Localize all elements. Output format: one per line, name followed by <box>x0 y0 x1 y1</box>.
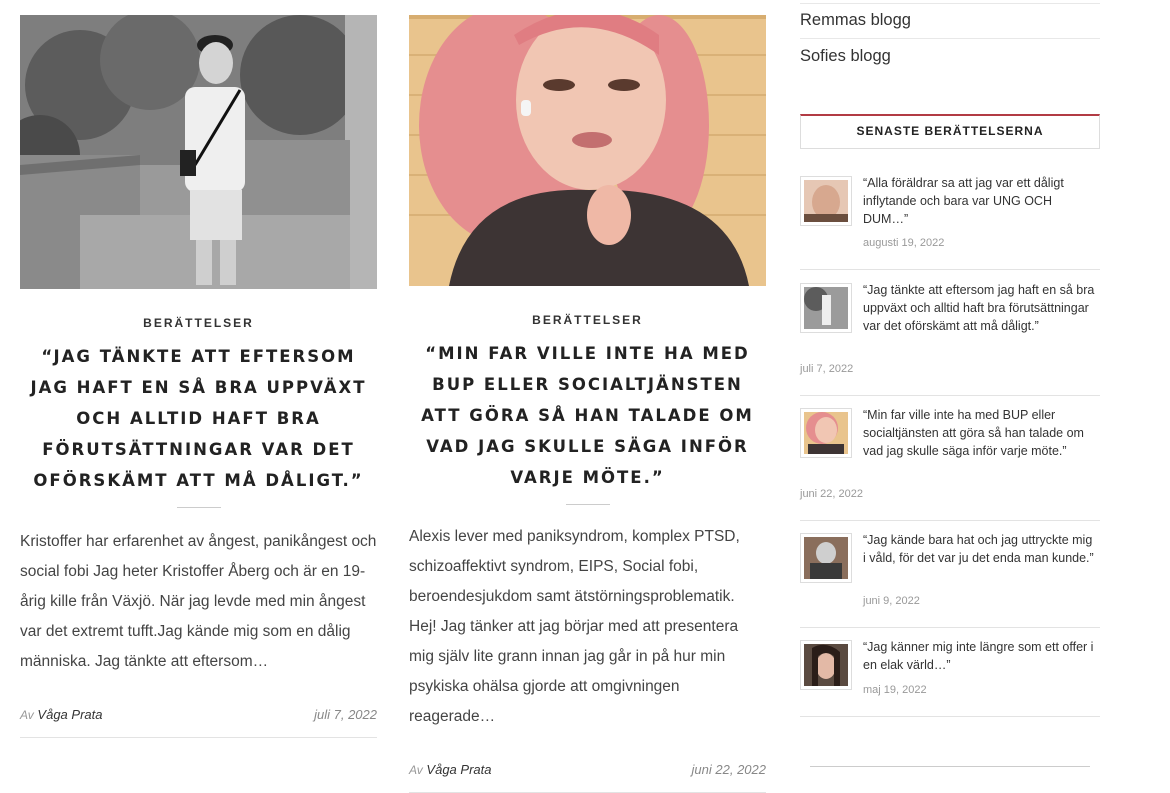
recent-story-thumbnail[interactable] <box>800 640 852 690</box>
post-meta: Av Våga Prata juli 7, 2022 <box>20 707 377 722</box>
recent-story-rule <box>800 627 1100 628</box>
post-category[interactable]: BERÄTTELSER <box>20 316 377 330</box>
recent-story-thumbnail[interactable] <box>800 176 852 226</box>
recent-story-thumbnail[interactable] <box>800 408 852 458</box>
recent-story-thumbnail[interactable] <box>800 533 852 583</box>
recent-story-date: juni 22, 2022 <box>800 488 863 500</box>
post-title[interactable]: “JAG TÄNKTE ATT EFTERSOM JAG HAFT EN SÅ … <box>20 341 377 496</box>
post-meta: Av Våga Prata juni 22, 2022 <box>409 762 766 777</box>
blog-list-rule <box>800 3 1100 4</box>
title-divider <box>176 507 221 508</box>
recent-story-title[interactable]: “Jag känner mig inte längre som ett offe… <box>863 638 1095 674</box>
recent-story-rule <box>800 269 1100 270</box>
sidebar: Remmas blogg Sofies blogg SENASTE BERÄTT… <box>800 0 1100 767</box>
by-label: Av <box>20 708 34 722</box>
post-category[interactable]: BERÄTTELSER <box>409 313 766 327</box>
next-widget-rule <box>810 766 1090 767</box>
recent-story-title[interactable]: “Alla föräldrar sa att jag var ett dålig… <box>863 174 1095 228</box>
post-date[interactable]: juli 7, 2022 <box>314 707 377 722</box>
post-image[interactable] <box>20 15 377 289</box>
post-image[interactable] <box>409 15 766 286</box>
recent-story-rule <box>800 520 1100 521</box>
recent-story-rule <box>800 716 1100 717</box>
post-author[interactable]: Våga Prata <box>37 707 102 722</box>
post-title[interactable]: “MIN FAR VILLE INTE HA MED BUP ELLER SOC… <box>409 338 766 493</box>
post-byline: Av Våga Prata <box>409 762 491 777</box>
blog-list-rule <box>800 38 1100 39</box>
recent-story-date: augusti 19, 2022 <box>863 237 945 249</box>
recent-story-rule <box>800 395 1100 396</box>
post-date[interactable]: juni 22, 2022 <box>692 762 766 777</box>
recent-story-date: juli 7, 2022 <box>800 363 854 375</box>
blog-link-remmas[interactable]: Remmas blogg <box>800 11 1100 30</box>
recent-story-date: juni 9, 2022 <box>863 595 920 607</box>
recent-story-title[interactable]: “Min far ville inte ha med BUP eller soc… <box>863 406 1095 460</box>
post-excerpt: Alexis lever med paniksyndrom, komplex P… <box>409 528 740 725</box>
recent-story-thumbnail[interactable] <box>800 283 852 333</box>
by-label: Av <box>409 763 423 777</box>
recent-story-title[interactable]: “Jag tänkte att eftersom jag haft en så … <box>863 281 1095 335</box>
post-card: BERÄTTELSER “JAG TÄNKTE ATT EFTERSOM JAG… <box>20 0 377 738</box>
post-byline: Av Våga Prata <box>20 707 102 722</box>
blog-link-sofies[interactable]: Sofies blogg <box>800 47 1100 66</box>
post-excerpt: Kristoffer har erfarenhet av ångest, pan… <box>20 533 377 670</box>
recent-story-date: maj 19, 2022 <box>863 684 927 696</box>
title-divider <box>565 504 610 505</box>
post-author[interactable]: Våga Prata <box>426 762 491 777</box>
recent-stories-heading: SENASTE BERÄTTELSERNA <box>800 114 1100 149</box>
post-card: BERÄTTELSER “MIN FAR VILLE INTE HA MED B… <box>409 0 766 793</box>
recent-story-title[interactable]: “Jag kände bara hat och jag uttryckte mi… <box>863 531 1095 567</box>
post-bottom-rule <box>20 737 377 738</box>
